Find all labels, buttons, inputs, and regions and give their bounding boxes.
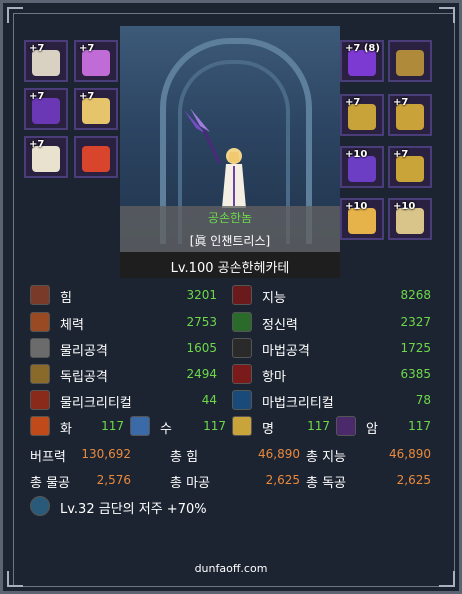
stat-label: 물리크리티컬: [60, 396, 132, 411]
reinforce-level: +7: [393, 149, 409, 160]
stat-label: 지능: [262, 291, 286, 306]
total-label: 총 힘: [170, 450, 199, 465]
corner-ornament: [439, 7, 455, 23]
spirit-icon: [232, 312, 252, 332]
total-value: 2,625: [396, 473, 431, 487]
stat-label: 마법공격: [262, 344, 310, 359]
total-label: 버프력: [30, 450, 66, 465]
element-label: 명: [262, 422, 274, 437]
equipment-slot[interactable]: +7: [74, 40, 118, 82]
curse-skill-icon: [30, 496, 50, 516]
stat-value: 44: [201, 393, 217, 407]
fire-icon: [30, 416, 50, 436]
total-value: 2,625: [265, 473, 300, 487]
total-value: 46,890: [389, 447, 431, 461]
stat-value: 2753: [186, 315, 217, 329]
total-value: 130,692: [81, 447, 131, 461]
equipment-slot[interactable]: [74, 136, 118, 178]
stat-value: 78: [415, 393, 431, 407]
equipment-slot[interactable]: +7: [340, 94, 384, 136]
element-label: 수: [160, 422, 172, 437]
element-value: 117: [203, 419, 226, 433]
physical-attack-icon: [30, 338, 50, 358]
equipment-slot[interactable]: +7: [24, 88, 68, 130]
stat-value: 1725: [400, 341, 431, 355]
water-icon: [130, 416, 150, 436]
reinforce-level: +7: [29, 139, 45, 150]
element-value: 117: [408, 419, 431, 433]
total-label: 총 물공: [30, 476, 71, 491]
stat-label: 체력: [60, 318, 84, 333]
reinforce-level: +10: [345, 201, 368, 212]
stat-value: 6385: [400, 367, 431, 381]
stat-label: 독립공격: [60, 370, 108, 385]
total-value: 46,890: [258, 447, 300, 461]
reinforce-level: +7: [79, 43, 95, 54]
total-label: 총 마공: [170, 476, 211, 491]
character-name: 공손한놈: [207, 211, 253, 225]
element-value: 117: [307, 419, 330, 433]
independent-attack-icon: [30, 364, 50, 384]
magic-attack-icon: [232, 338, 252, 358]
element-value: 117: [101, 419, 124, 433]
magic-critical-icon: [232, 390, 252, 410]
reinforce-level: +7: [79, 91, 95, 102]
equipment-slot[interactable]: +7: [388, 146, 432, 188]
equipment-slot[interactable]: +7: [24, 136, 68, 178]
equipment-slot[interactable]: +10: [388, 198, 432, 240]
equipment-item-icon: [396, 50, 424, 76]
equipment-slot[interactable]: +10: [340, 146, 384, 188]
equipment-slot[interactable]: +7: [24, 40, 68, 82]
reinforce-level: +7: [29, 43, 45, 54]
stat-label: 항마: [262, 370, 286, 385]
character-title: [眞 인챈트리스]: [189, 234, 271, 248]
dark-icon: [336, 416, 356, 436]
corner-ornament: [7, 7, 23, 23]
vitality-icon: [30, 312, 50, 332]
reinforce-level: +7: [29, 91, 45, 102]
stat-value: 2327: [400, 315, 431, 329]
equipment-slot[interactable]: [388, 40, 432, 82]
stat-value: 1605: [186, 341, 217, 355]
equipment-slot[interactable]: +7: [74, 88, 118, 130]
strength-icon: [30, 285, 50, 305]
total-value: 2,576: [96, 473, 131, 487]
total-label: 총 독공: [306, 476, 347, 491]
equipment-slot[interactable]: +10: [340, 198, 384, 240]
reinforce-level: +7: [345, 97, 361, 108]
stat-label: 힘: [60, 291, 72, 306]
buff-skill-label: Lv.32 금단의 저주 +70%: [60, 502, 207, 517]
defense-ignore-icon: [232, 364, 252, 384]
element-label: 암: [366, 422, 378, 437]
intelligence-icon: [232, 285, 252, 305]
equipment-slot[interactable]: +7: [388, 94, 432, 136]
staff-icon: [184, 108, 222, 165]
stat-value: 2494: [186, 367, 217, 381]
total-label: 총 지능: [306, 450, 347, 465]
equipment-item-icon: [82, 146, 110, 172]
reinforce-level: +7 (8): [345, 43, 380, 54]
element-label: 화: [60, 422, 72, 437]
reinforce-level: +10: [345, 149, 368, 160]
stat-label: 마법크리티컬: [262, 396, 334, 411]
stat-value: 3201: [186, 288, 217, 302]
site-watermark: dunfaoff.com: [194, 562, 268, 575]
stat-value: 8268: [400, 288, 431, 302]
equipment-slot[interactable]: +7 (8): [340, 40, 384, 82]
stat-label: 정신력: [262, 318, 298, 333]
reinforce-level: +7: [393, 97, 409, 108]
character-level: Lv.100 공손한헤카테: [170, 261, 290, 276]
physical-critical-icon: [30, 390, 50, 410]
reinforce-level: +10: [393, 201, 416, 212]
light-icon: [232, 416, 252, 436]
stat-label: 물리공격: [60, 344, 108, 359]
